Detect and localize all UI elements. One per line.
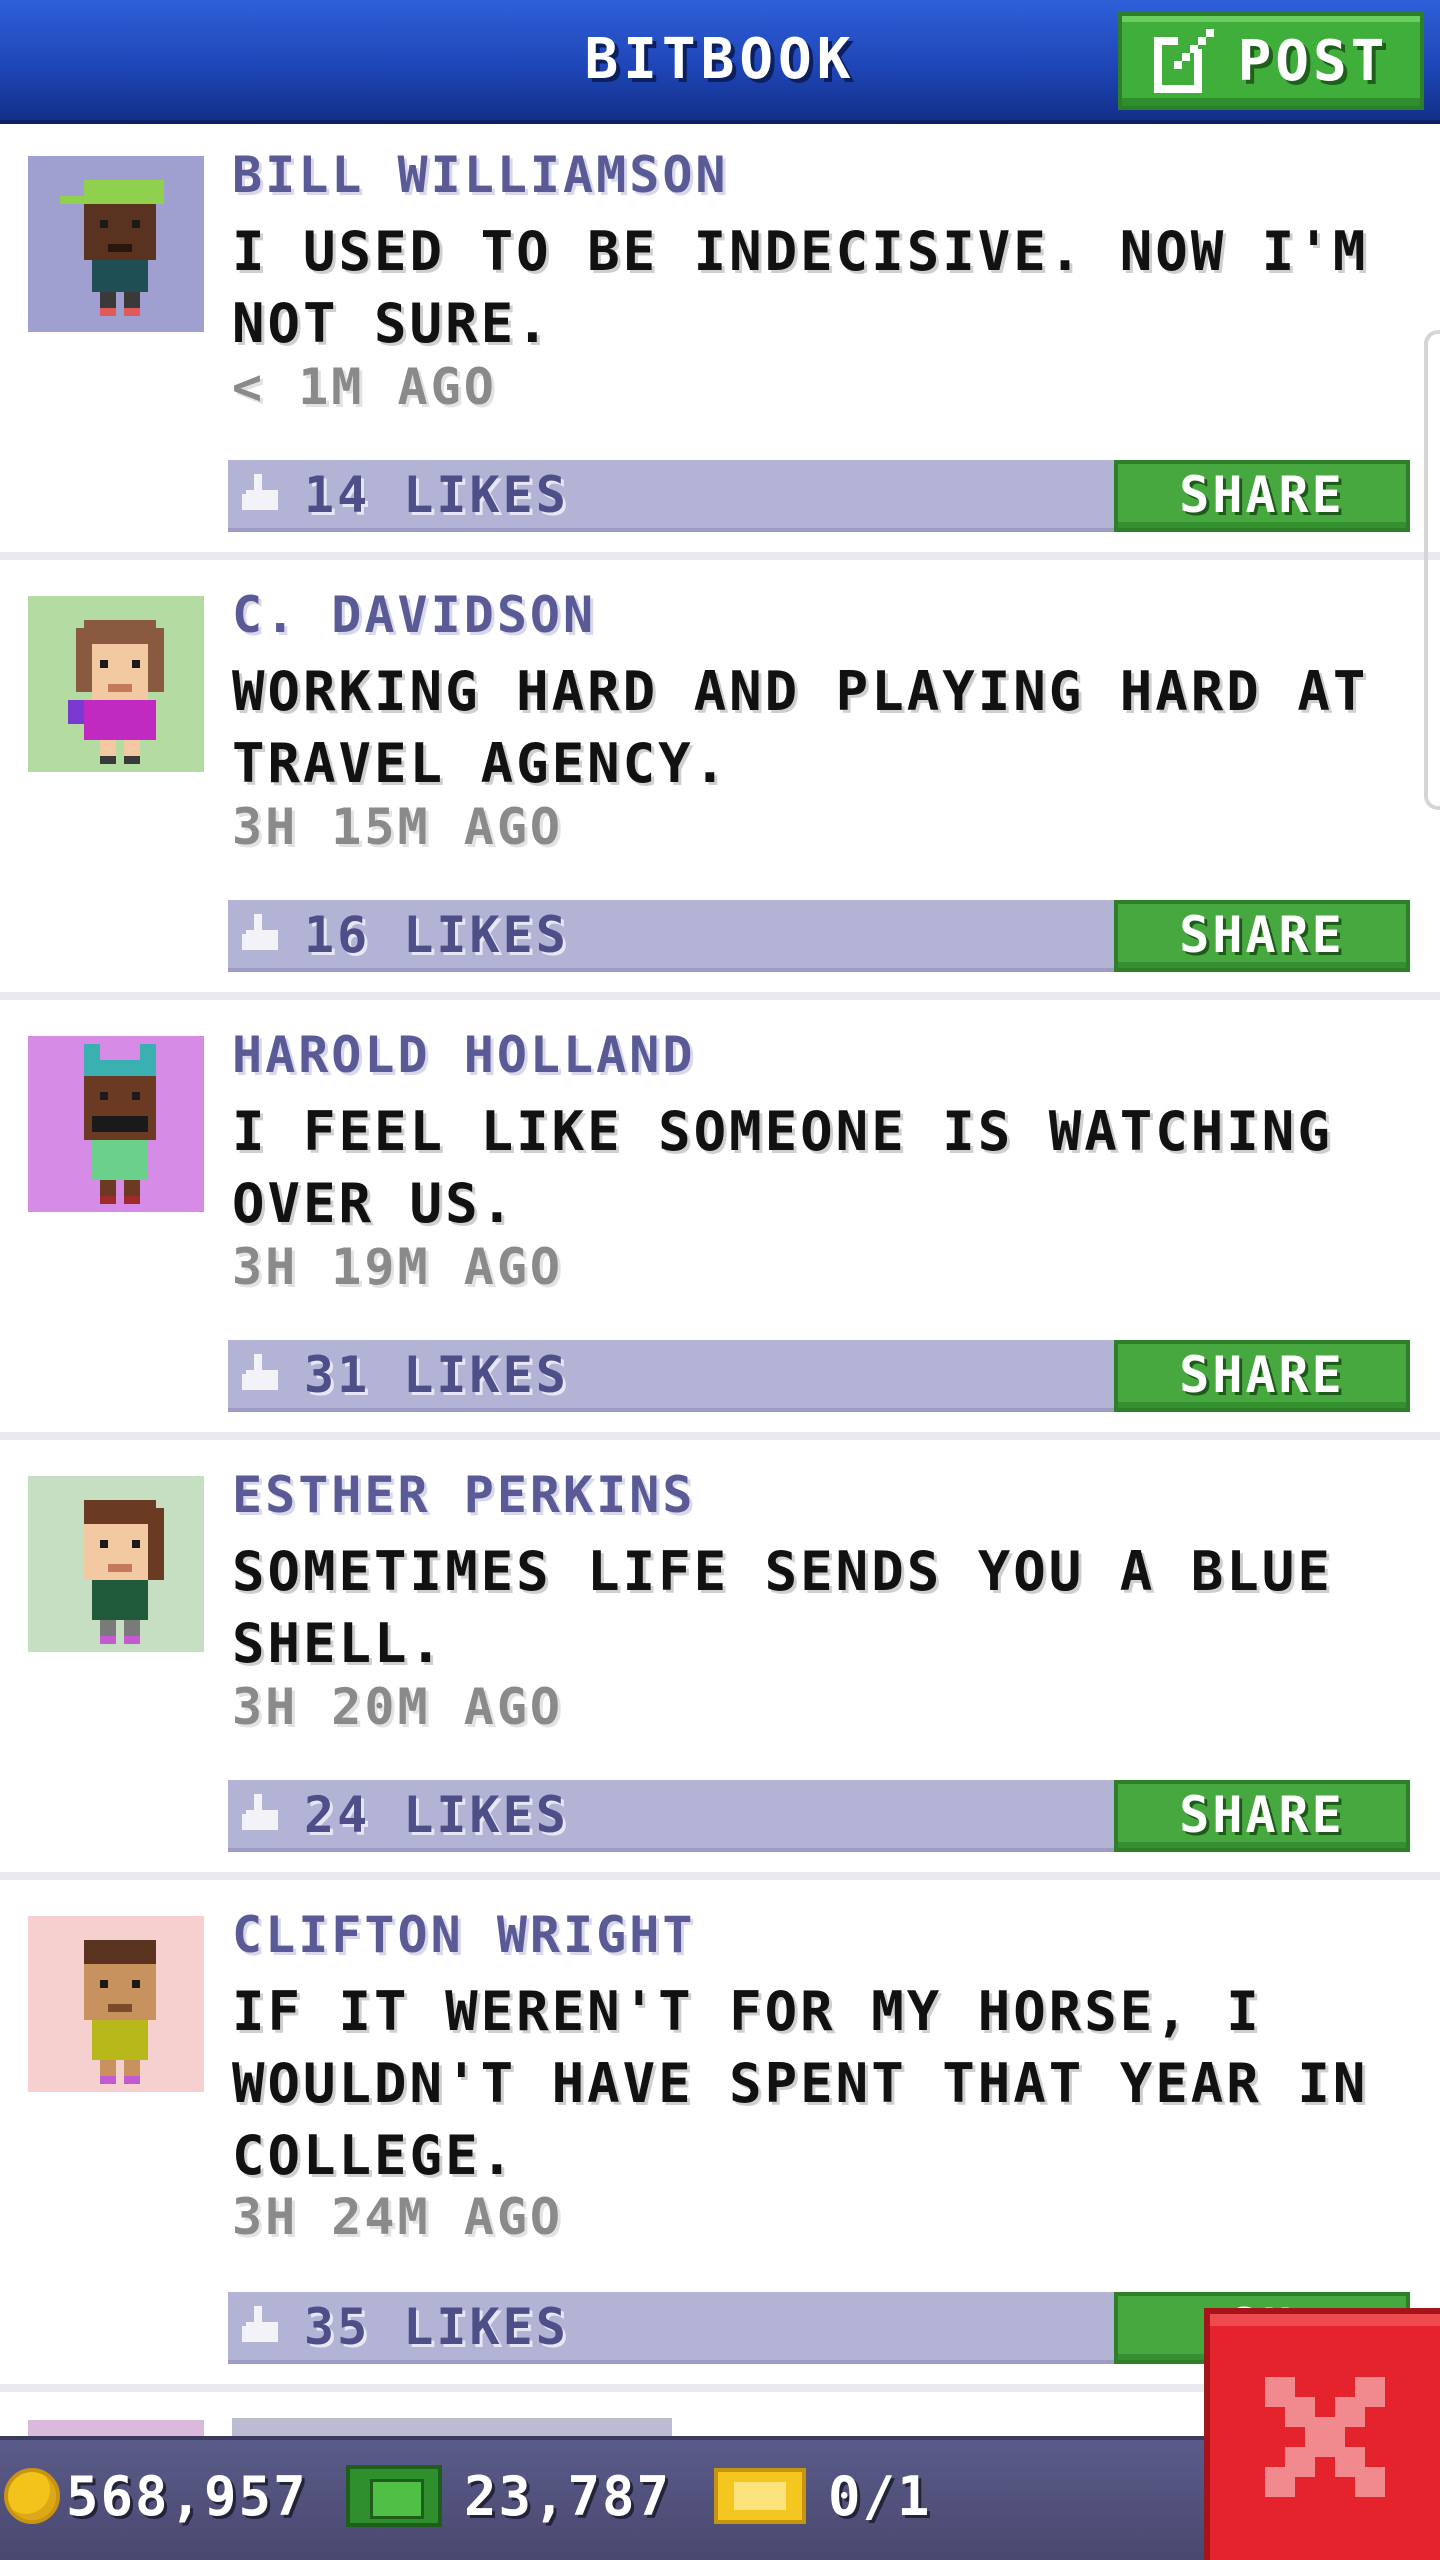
close-button[interactable]	[1204, 2308, 1440, 2560]
next-post-name	[232, 2418, 672, 2436]
bux-stat[interactable]: 23,787	[346, 2446, 671, 2546]
coins-stat[interactable]: 568,957	[4, 2446, 308, 2546]
feed-post: HAROLD HOLLAND I FEEL LIKE SOMEONE IS WA…	[0, 1008, 1440, 1440]
post-author[interactable]: C. DAVIDSON	[232, 586, 596, 644]
post-label: POST	[1237, 28, 1389, 94]
like-count: 24 LIKES	[304, 1786, 569, 1844]
feed-post: C. DAVIDSON WORKING HARD AND PLAYING HAR…	[0, 568, 1440, 1000]
thumbs-up-icon[interactable]	[242, 474, 282, 514]
avatar[interactable]	[28, 156, 204, 332]
ticket-count: 0/1	[828, 2464, 932, 2528]
tickets-stat[interactable]: 0/1	[714, 2446, 932, 2546]
like-count: 31 LIKES	[304, 1346, 569, 1404]
thumbs-up-icon[interactable]	[242, 1794, 282, 1834]
share-button[interactable]: SHARE	[1114, 1780, 1410, 1852]
avatar[interactable]	[28, 1036, 204, 1212]
close-icon	[1265, 2377, 1385, 2497]
like-count: 16 LIKES	[304, 906, 569, 964]
post-author[interactable]: HAROLD HOLLAND	[232, 1026, 695, 1084]
post-text: WORKING HARD AND PLAYING HARD AT TRAVEL …	[232, 660, 1369, 795]
ticket-icon	[714, 2468, 806, 2524]
like-bar: 14 LIKES SHARE	[228, 460, 1410, 532]
thumbs-up-icon[interactable]	[242, 2306, 282, 2346]
post-button[interactable]: POST	[1118, 12, 1424, 110]
post-author[interactable]: ESTHER PERKINS	[232, 1466, 695, 1524]
post-time: 3H 19M AGO	[232, 1238, 564, 1296]
avatar[interactable]	[28, 596, 204, 772]
like-count: 14 LIKES	[304, 466, 569, 524]
edit-icon	[1153, 29, 1214, 93]
share-button[interactable]: SHARE	[1114, 900, 1410, 972]
post-author[interactable]: CLIFTON WRIGHT	[232, 1906, 695, 1964]
like-count: 35 LIKES	[304, 2298, 569, 2356]
post-text: I FEEL LIKE SOMEONE IS WATCHING OVER US.	[232, 1100, 1333, 1235]
thumbs-up-icon[interactable]	[242, 914, 282, 954]
post-text: IF IT WEREN'T FOR MY HORSE, I WOULDN'T H…	[232, 1980, 1369, 2187]
thumbs-up-icon[interactable]	[242, 1354, 282, 1394]
post-text: I USED TO BE INDECISIVE. NOW I'M NOT SUR…	[232, 220, 1369, 355]
post-text: SOMETIMES LIFE SENDS YOU A BLUE SHELL.	[232, 1540, 1333, 1675]
feed-post: BILL WILLIAMSON I USED TO BE INDECISIVE.…	[0, 128, 1440, 560]
like-bar: 16 LIKES SHARE	[228, 900, 1410, 972]
scroll-edge	[1424, 330, 1440, 810]
post-time: 3H 15M AGO	[232, 798, 564, 856]
share-button[interactable]: SHARE	[1114, 1340, 1410, 1412]
like-bar: 31 LIKES SHARE	[228, 1340, 1410, 1412]
post-time: 3H 20M AGO	[232, 1678, 564, 1736]
like-bar: 24 LIKES SHARE	[228, 1780, 1410, 1852]
share-button[interactable]: SHARE	[1114, 460, 1410, 532]
coin-count: 568,957	[66, 2464, 308, 2528]
top-bar: BITBOOK POST	[0, 0, 1440, 124]
avatar[interactable]	[28, 1916, 204, 2092]
avatar[interactable]	[28, 1476, 204, 1652]
coin-icon	[4, 2468, 60, 2524]
post-time: < 1M AGO	[232, 358, 497, 416]
bux-icon	[346, 2465, 442, 2527]
bux-count: 23,787	[464, 2464, 672, 2528]
post-time: 3H 24M AGO	[232, 2188, 564, 2246]
feed-post: ESTHER PERKINS SOMETIMES LIFE SENDS YOU …	[0, 1448, 1440, 1880]
next-post-avatar	[28, 2420, 204, 2436]
post-author[interactable]: BILL WILLIAMSON	[232, 146, 729, 204]
